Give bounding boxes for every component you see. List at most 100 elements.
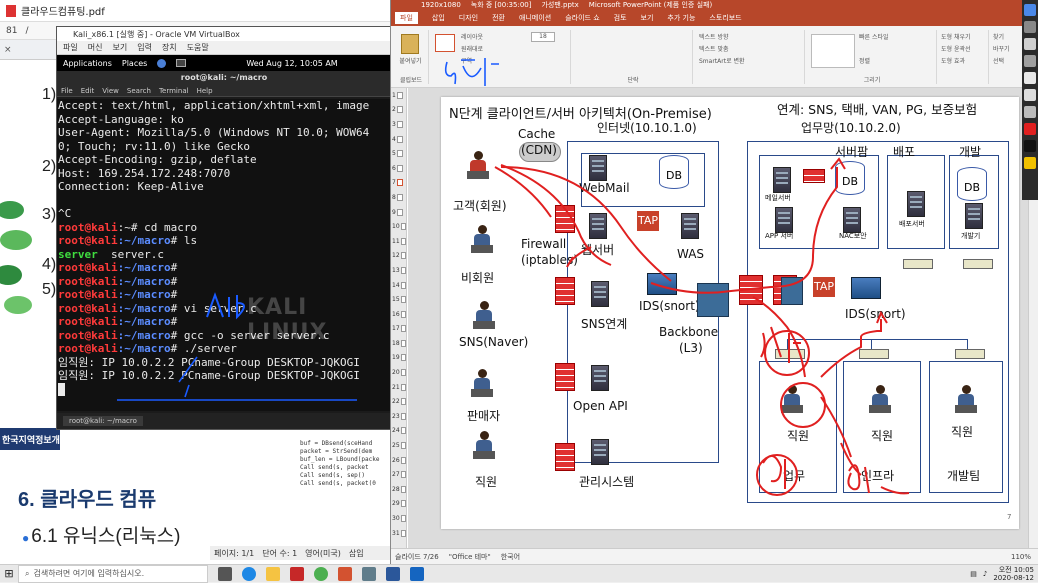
terminal-menu-item[interactable]: Terminal: [159, 87, 189, 95]
slide-thumbnail[interactable]: 15: [391, 292, 406, 307]
pen-marker-icon[interactable]: [1024, 55, 1036, 67]
tab-insert[interactable]: 삽입: [432, 13, 445, 23]
slide-thumbnail[interactable]: 13: [391, 263, 406, 278]
slide-thumbnail[interactable]: 23: [391, 409, 406, 424]
pdf-titlebar[interactable]: 클라우드컴퓨팅.pdf: [0, 0, 399, 22]
vbox-menu-item[interactable]: 도움말: [187, 42, 209, 53]
font-size-select[interactable]: 18: [531, 32, 555, 42]
vbox-menu-item[interactable]: 파일: [63, 42, 78, 53]
slide-thumbnail[interactable]: 31: [391, 526, 406, 541]
powerpoint-window[interactable]: 1920x1080 녹화 중 [00:35:00] 가성팬.pptx Micro…: [390, 0, 1038, 564]
slide-thumbnail[interactable]: 5: [391, 146, 406, 161]
quick-styles-button[interactable]: 빠른 스타일: [859, 32, 889, 41]
tab-storyboard[interactable]: 스토리보드: [709, 13, 741, 23]
pen-blue-icon[interactable]: [1024, 4, 1036, 16]
slide-thumbnail[interactable]: 9: [391, 205, 406, 220]
virtualbox-titlebar[interactable]: Kali_x86.1 [실행 중] - Oracle VM VirtualBox: [57, 27, 391, 41]
find-button[interactable]: 찾기: [993, 32, 1004, 41]
terminal-menu-item[interactable]: Search: [127, 87, 151, 95]
tab-transitions[interactable]: 전환: [492, 13, 505, 23]
text-direction-button[interactable]: 텍스트 방향: [699, 32, 729, 41]
slide-thumbnail[interactable]: 21: [391, 380, 406, 395]
applications-menu[interactable]: Applications: [63, 59, 112, 68]
slide-thumbnail[interactable]: 12: [391, 249, 406, 264]
powerpoint-titlebar[interactable]: 1920x1080 녹화 중 [00:35:00] 가성팬.pptx Micro…: [391, 0, 1038, 10]
slide-thumbnail[interactable]: 1: [391, 88, 406, 103]
text-tool-icon[interactable]: [1024, 89, 1036, 101]
terminal-output[interactable]: Accept: text/html, application/xhtml+xml…: [57, 99, 391, 411]
pdf-reader-icon[interactable]: [290, 566, 304, 581]
terminal-icon[interactable]: [176, 59, 187, 67]
reset-button[interactable]: 원래대로: [461, 44, 483, 53]
vbox-menu-item[interactable]: 입력: [137, 42, 152, 53]
pen-gray-icon[interactable]: [1024, 21, 1036, 33]
pen-light-icon[interactable]: [1024, 38, 1036, 50]
align-text-button[interactable]: 텍스트 맞춤: [699, 44, 729, 53]
places-menu[interactable]: Places: [122, 59, 147, 68]
tab-review[interactable]: 검토: [614, 13, 627, 23]
terminal-task-button[interactable]: root@kali: ~/macro: [63, 416, 143, 426]
terminal-menu-item[interactable]: File: [61, 87, 73, 95]
taskbar-clock[interactable]: 오전 10:05 2020-08-12: [993, 566, 1034, 582]
slide-thumbnail[interactable]: 22: [391, 394, 406, 409]
shapes-gallery[interactable]: [811, 34, 855, 68]
zoom-level[interactable]: 110%: [1011, 553, 1031, 561]
slide[interactable]: N단계 클라이언트/서버 아키텍처(On-Premise) 연계: SNS, 택…: [441, 97, 1019, 529]
tab-addins[interactable]: 추가 기능: [667, 13, 695, 23]
word-taskbar-icon[interactable]: [386, 566, 400, 581]
task-view-icon[interactable]: [218, 566, 232, 581]
tab-animations[interactable]: 애니메이션: [519, 13, 551, 23]
smartart-button[interactable]: SmartArt로 변환: [699, 56, 745, 65]
slide-thumbnail[interactable]: 11: [391, 234, 406, 249]
terminal-menu-item[interactable]: Edit: [81, 87, 95, 95]
settings-icon[interactable]: [362, 566, 376, 581]
powerpoint-taskbar-icon[interactable]: [338, 566, 352, 581]
slide-thumbnail[interactable]: 27: [391, 467, 406, 482]
select-button[interactable]: 선택: [993, 56, 1004, 65]
slide-thumbnail[interactable]: 25: [391, 438, 406, 453]
start-button[interactable]: ⊞: [0, 565, 18, 583]
browser-icon[interactable]: [157, 58, 167, 68]
chrome-icon[interactable]: [314, 566, 328, 581]
slide-thumbnail[interactable]: 26: [391, 453, 406, 468]
paste-icon[interactable]: [401, 34, 419, 54]
terminal-menu-item[interactable]: View: [102, 87, 119, 95]
pdf-page-input[interactable]: 81: [6, 26, 17, 36]
clear-icon[interactable]: [1024, 106, 1036, 118]
replace-button[interactable]: 바꾸기: [993, 44, 1010, 53]
pen-eraser-icon[interactable]: [1024, 72, 1036, 84]
slide-thumbnail[interactable]: 2: [391, 103, 406, 118]
pdf-tab-close[interactable]: ×: [4, 45, 12, 55]
color-yellow-icon[interactable]: [1024, 157, 1036, 169]
vbox-menu-item[interactable]: 머신: [88, 42, 103, 53]
layout-button[interactable]: 레이아웃: [461, 32, 483, 41]
file-explorer-icon[interactable]: [266, 566, 280, 581]
slide-thumbnail[interactable]: 28: [391, 482, 406, 497]
edge-icon[interactable]: [242, 566, 256, 581]
virtualbox-window[interactable]: Kali_x86.1 [실행 중] - Oracle VM VirtualBox…: [56, 26, 392, 430]
slide-thumbnail[interactable]: 6: [391, 161, 406, 176]
paste-button[interactable]: 붙여넣기: [393, 56, 428, 65]
slide-thumbnail[interactable]: 16: [391, 307, 406, 322]
new-slide-icon[interactable]: [435, 34, 455, 52]
language-indicator[interactable]: 한국어: [501, 552, 520, 562]
slide-thumbnail[interactable]: 30: [391, 511, 406, 526]
color-red-icon[interactable]: [1024, 123, 1036, 135]
terminal-menu-item[interactable]: Help: [197, 87, 213, 95]
slide-thumbnail[interactable]: 8: [391, 190, 406, 205]
slide-thumbnail[interactable]: 7: [391, 176, 406, 191]
color-black-icon[interactable]: [1024, 140, 1036, 152]
network-icon[interactable]: ▤: [970, 570, 977, 578]
virtualbox-taskbar-icon[interactable]: [410, 566, 424, 581]
shape-effects-button[interactable]: 도형 효과: [941, 56, 965, 65]
terminal-titlebar[interactable]: root@kali: ~/macro: [57, 71, 391, 85]
slide-thumbnail[interactable]: 4: [391, 132, 406, 147]
slide-thumbnail[interactable]: 14: [391, 278, 406, 293]
slide-thumbnail[interactable]: 19: [391, 351, 406, 366]
tab-view[interactable]: 보기: [641, 13, 654, 23]
slide-thumbnail[interactable]: 10: [391, 219, 406, 234]
taskbar-search-input[interactable]: ⌕ 검색하려면 여기에 입력하십시오.: [18, 564, 208, 583]
slide-thumbnail[interactable]: 17: [391, 322, 406, 337]
slide-thumbnail[interactable]: 29: [391, 497, 406, 512]
tab-slideshow[interactable]: 슬라이드 쇼: [565, 13, 599, 23]
